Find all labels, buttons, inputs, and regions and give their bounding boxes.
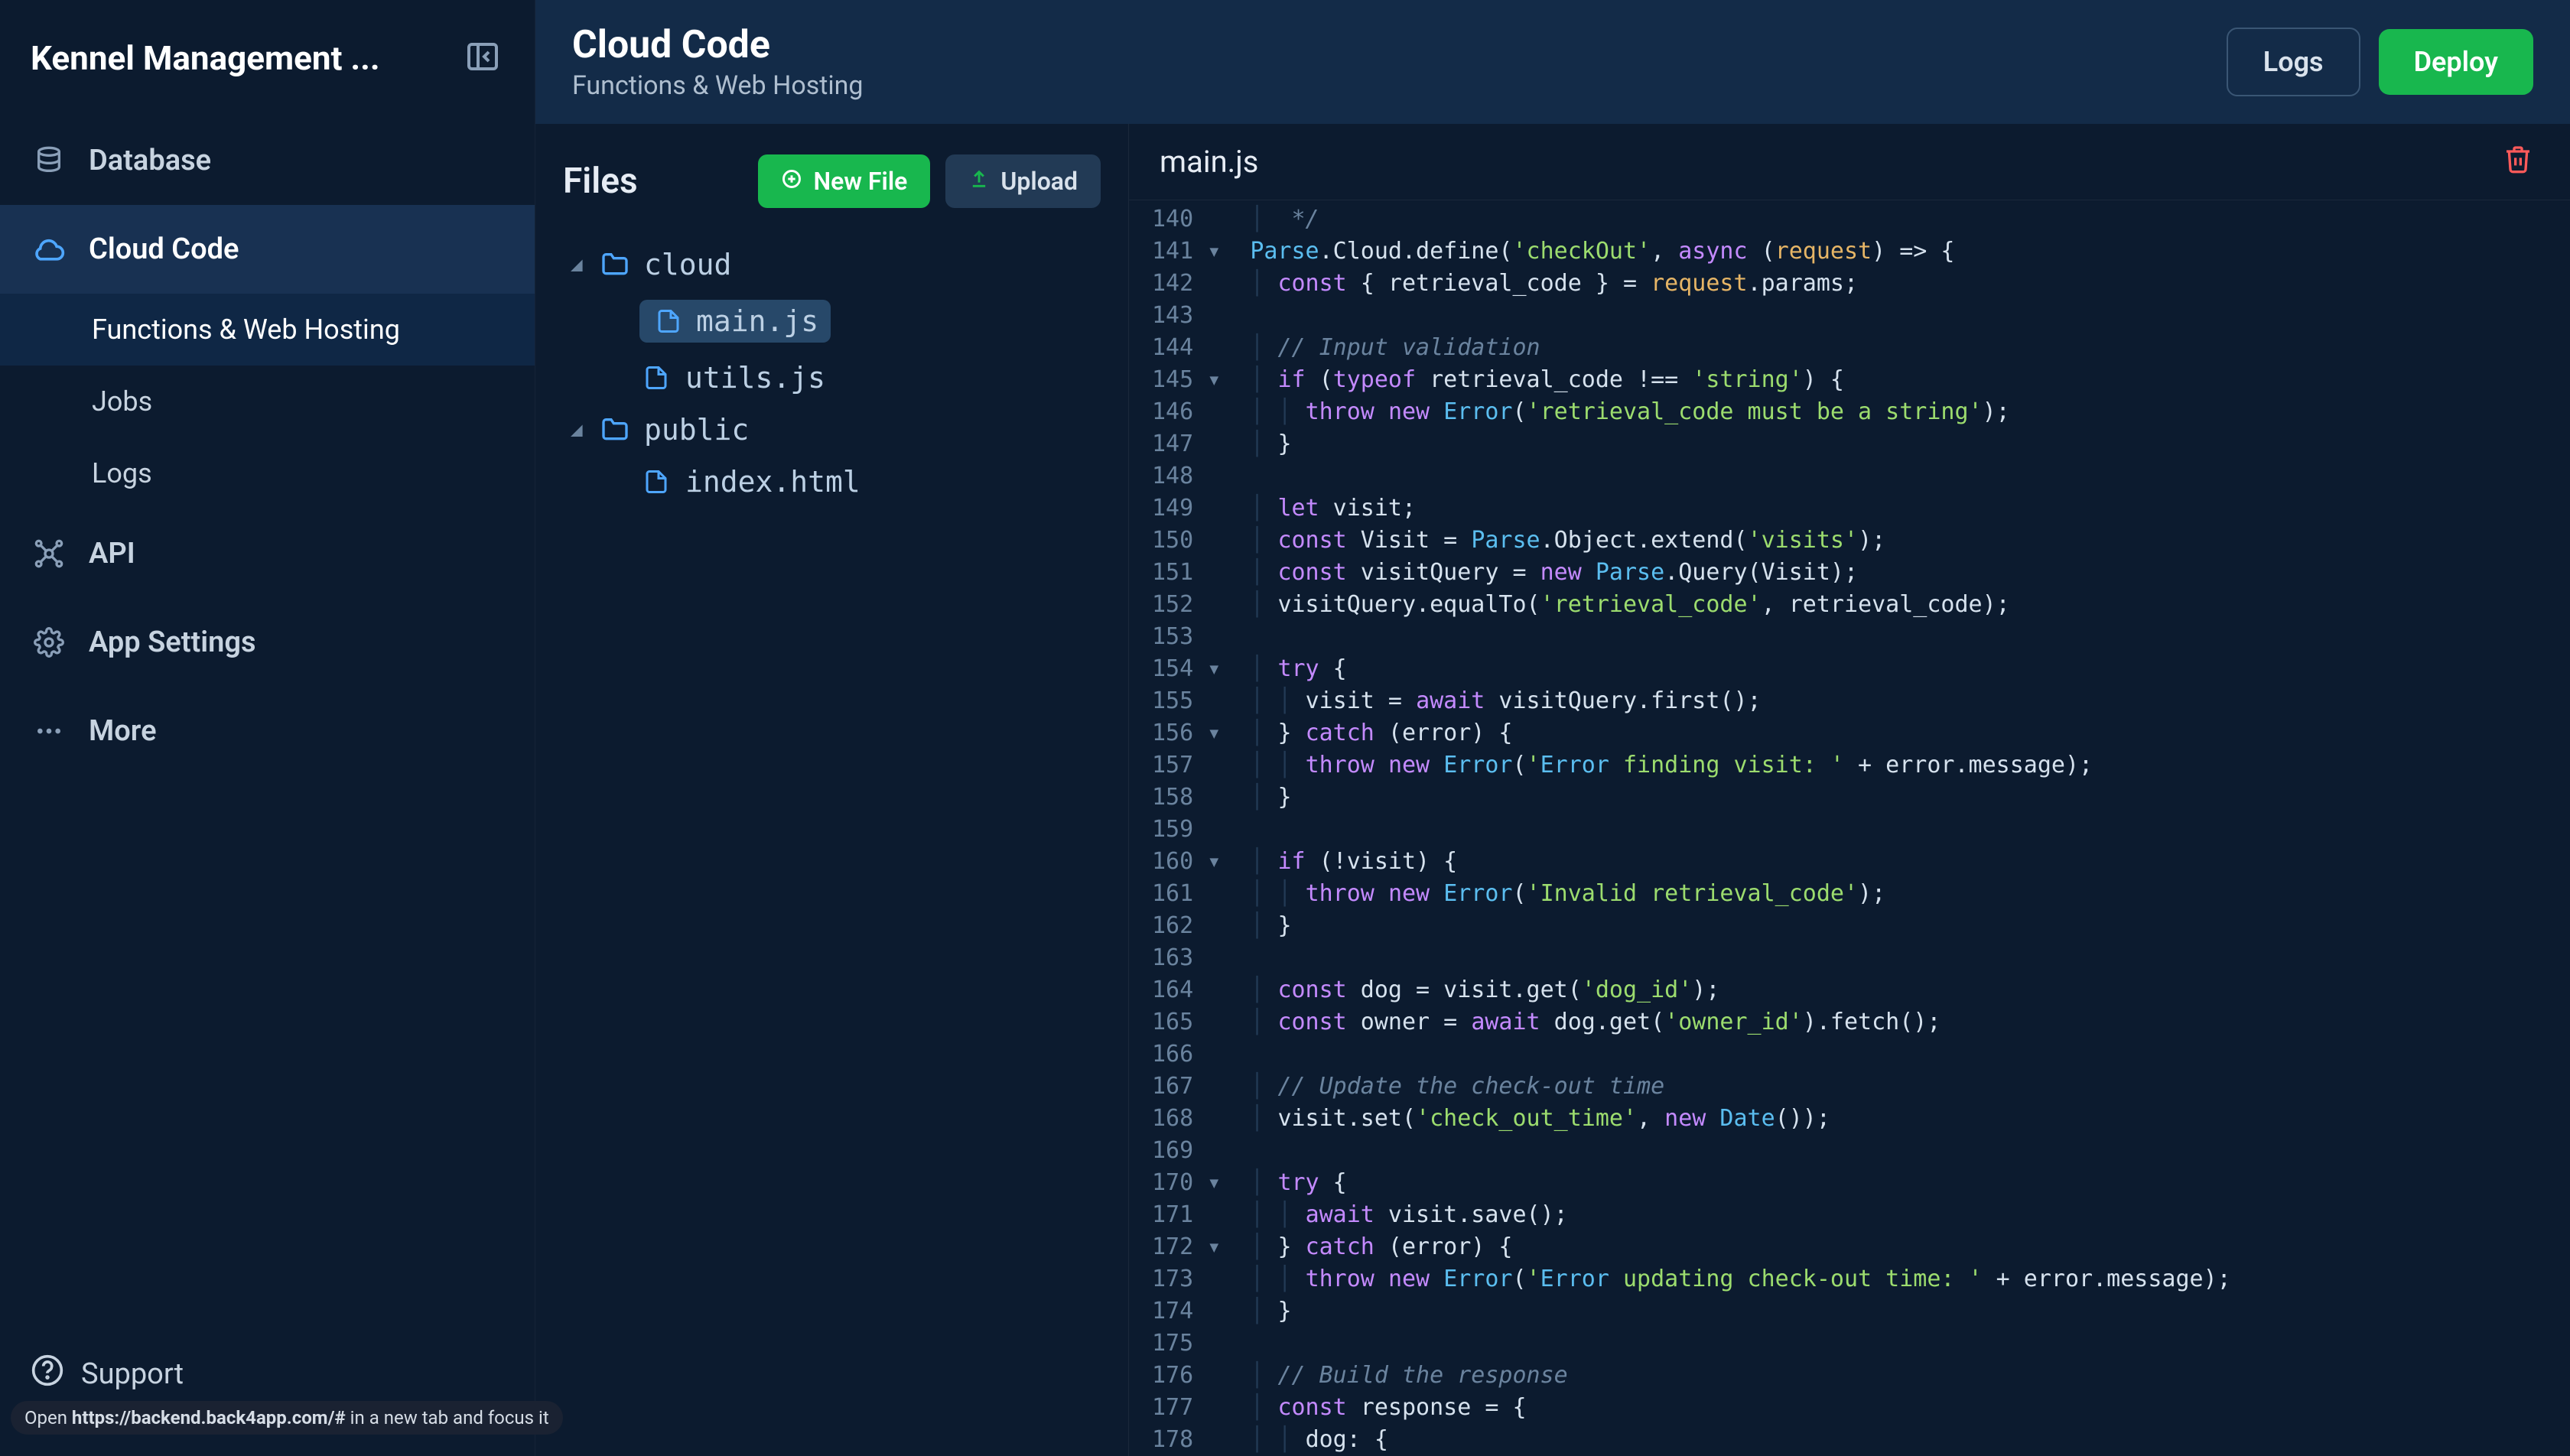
upload-label: Upload: [1000, 167, 1078, 196]
topbar: Cloud Code Functions & Web Hosting Logs …: [535, 0, 2570, 124]
trash-icon: [2503, 163, 2533, 177]
sidebar-nav: Database Cloud Code Functions & Web Host…: [0, 116, 535, 1326]
caret-down-icon: ◢: [571, 253, 586, 276]
tree-label: utils.js: [685, 361, 825, 395]
main: Cloud Code Functions & Web Hosting Logs …: [535, 0, 2570, 1456]
deploy-button[interactable]: Deploy: [2379, 29, 2533, 95]
sidebar-item-app-settings[interactable]: App Settings: [0, 598, 535, 687]
sidebar-sub-logs[interactable]: Logs: [0, 437, 535, 509]
plus-circle-icon: [781, 167, 802, 196]
sidebar-item-database[interactable]: Database: [0, 116, 535, 205]
folder-icon: [598, 413, 632, 447]
code-content[interactable]: │ */ Parse.Cloud.define('checkOut', asyn…: [1235, 200, 2570, 1456]
deploy-button-label: Deploy: [2414, 46, 2498, 78]
folder-icon: [598, 248, 632, 281]
tree-label: public: [644, 413, 749, 447]
sidebar-item-label: Database: [89, 144, 211, 177]
sidebar-item-api[interactable]: API: [0, 509, 535, 598]
cloud-icon: [31, 231, 67, 268]
tooltip-suffix: in a new tab and focus it: [346, 1407, 549, 1428]
support-link[interactable]: Support: [31, 1354, 504, 1395]
tree-file-index-html[interactable]: index.html: [563, 456, 1101, 508]
sidebar: Kennel Management ... Database Cloud Cod…: [0, 0, 535, 1456]
file-icon: [639, 465, 673, 499]
editor-tabbar: main.js: [1129, 124, 2570, 200]
database-icon: [31, 142, 67, 179]
panel-collapse-icon: [464, 38, 501, 78]
tree-file-main-js[interactable]: main.js: [563, 291, 1101, 352]
sidebar-sub-label: Jobs: [92, 385, 152, 418]
page-title: Cloud Code: [572, 23, 2208, 67]
delete-file-button[interactable]: [2503, 144, 2539, 180]
tree-label: main.js: [696, 304, 818, 338]
caret-down-icon: ◢: [571, 418, 586, 441]
sidebar-item-label: Cloud Code: [89, 232, 239, 266]
logs-button[interactable]: Logs: [2227, 28, 2360, 96]
sidebar-sub-jobs[interactable]: Jobs: [0, 366, 535, 437]
sidebar-item-more[interactable]: More: [0, 687, 535, 775]
support-label: Support: [81, 1357, 184, 1391]
tree-folder-cloud[interactable]: ◢ cloud: [563, 239, 1101, 291]
tree-label: cloud: [644, 248, 731, 281]
editor-tab[interactable]: main.js: [1160, 144, 2503, 180]
topbar-titles: Cloud Code Functions & Web Hosting: [572, 23, 2208, 101]
sidebar-item-label: API: [89, 537, 135, 570]
app-name: Kennel Management ...: [31, 38, 380, 78]
file-tree: ◢ cloud main.js: [563, 239, 1101, 508]
new-file-button[interactable]: New File: [758, 154, 930, 208]
tree-folder-public[interactable]: ◢ public: [563, 404, 1101, 456]
tooltip-url: https://backend.back4app.com/#: [72, 1407, 346, 1428]
logs-button-label: Logs: [2263, 46, 2324, 78]
sidebar-item-label: More: [89, 714, 157, 748]
collapse-sidebar-button[interactable]: [461, 37, 504, 80]
page-subtitle: Functions & Web Hosting: [572, 70, 2208, 101]
sidebar-sub-label: Functions & Web Hosting: [92, 314, 400, 346]
editor: main.js 140 141 ▾ 142 143 144 145 ▾ 146 …: [1129, 124, 2570, 1456]
code-area[interactable]: 140 141 ▾ 142 143 144 145 ▾ 146 147 148 …: [1129, 200, 2570, 1456]
sidebar-item-cloud-code[interactable]: Cloud Code: [0, 205, 535, 294]
sidebar-sub-functions[interactable]: Functions & Web Hosting: [0, 294, 535, 366]
api-icon: [31, 535, 67, 572]
gear-icon: [31, 624, 67, 661]
files-header: Files New File Upload: [563, 154, 1101, 208]
help-icon: [31, 1354, 64, 1395]
upload-icon: [968, 167, 990, 196]
new-file-label: New File: [813, 167, 907, 196]
sidebar-sub-label: Logs: [92, 457, 152, 489]
sidebar-header: Kennel Management ...: [0, 0, 535, 116]
file-icon: [652, 304, 685, 338]
file-icon: [639, 361, 673, 395]
tree-label: index.html: [685, 465, 860, 499]
upload-button[interactable]: Upload: [945, 154, 1101, 208]
files-panel: Files New File Upload: [535, 124, 1129, 1456]
sidebar-footer: Support: [0, 1326, 535, 1456]
status-tooltip: Open https://backend.back4app.com/# in a…: [11, 1401, 563, 1435]
content: Files New File Upload: [535, 124, 2570, 1456]
files-title: Files: [563, 161, 743, 202]
more-icon: [31, 713, 67, 749]
line-gutter: 140 141 ▾ 142 143 144 145 ▾ 146 147 148 …: [1129, 200, 1235, 1456]
sidebar-item-label: App Settings: [89, 626, 256, 659]
tree-file-utils-js[interactable]: utils.js: [563, 352, 1101, 404]
tooltip-prefix: Open: [24, 1407, 72, 1428]
